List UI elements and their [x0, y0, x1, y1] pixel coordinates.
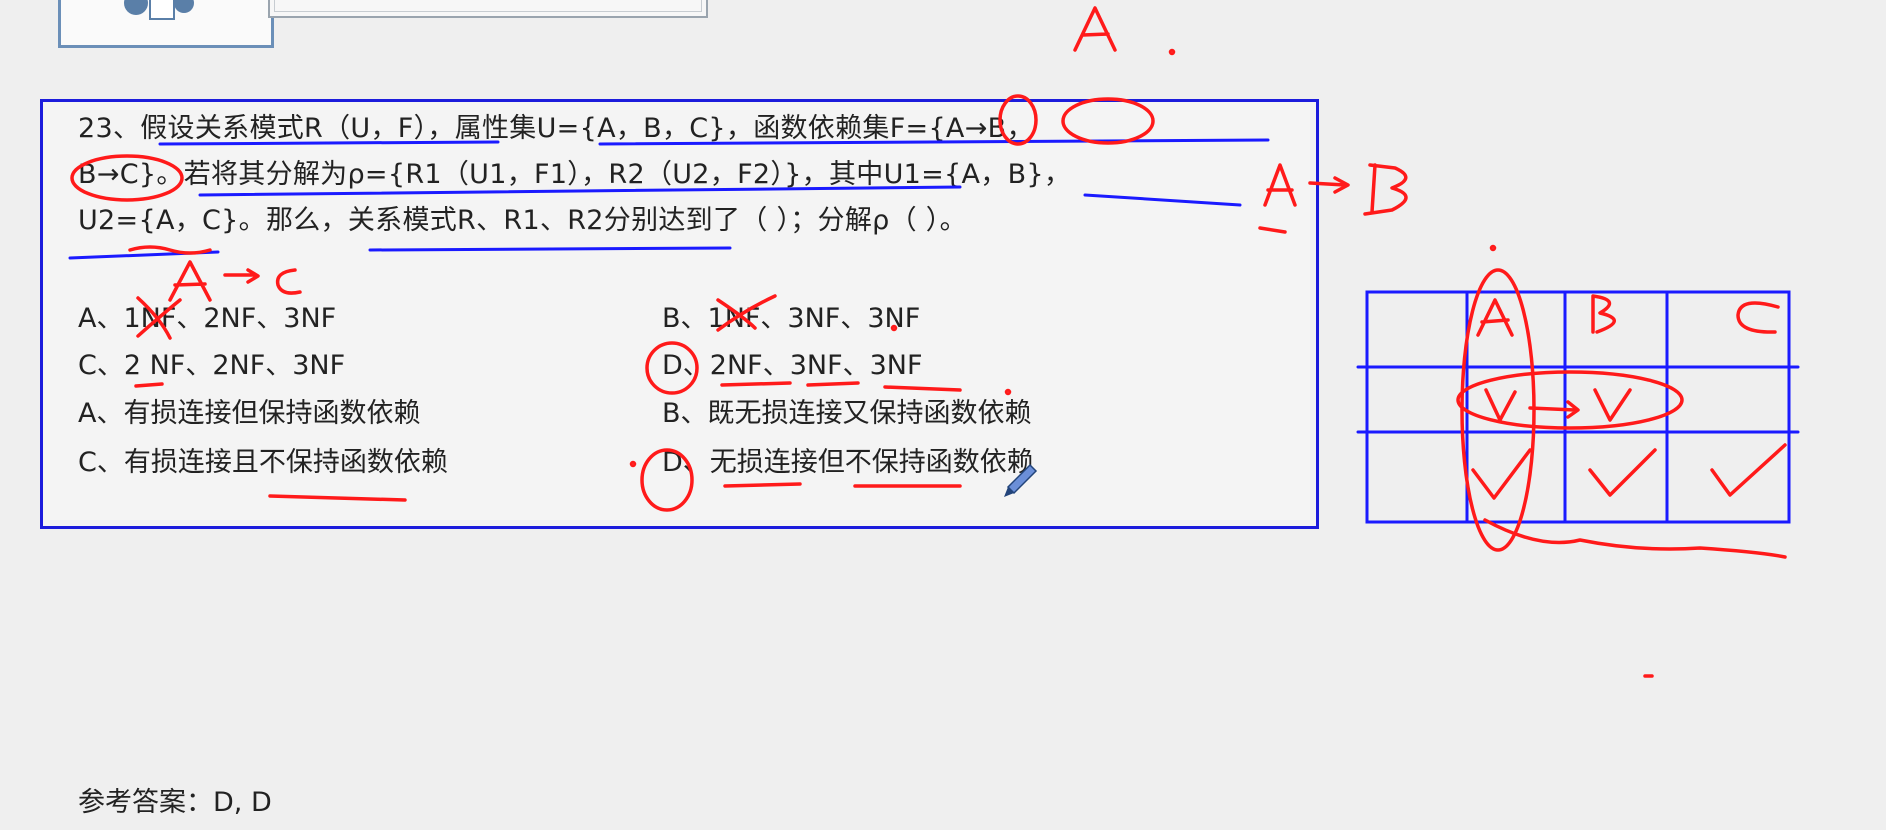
question-text: 23、假设关系模式R（U，F），属性集U={A，B，C}，函数依赖集F={A→B…: [78, 106, 1308, 244]
question-line-1: 23、假设关系模式R（U，F），属性集U={A，B，C}，函数依赖集F={A→B…: [78, 113, 1034, 144]
question-line-3: U2={A，C}。那么，关系模式R、R1、R2分别达到了（ ）；分解ρ（ ）。: [78, 205, 967, 236]
option-decomp-a[interactable]: A、有损连接但保持函数依赖: [78, 397, 420, 431]
option-nf-a[interactable]: A、1NF、2NF、3NF: [78, 302, 336, 336]
illustration-icon: [124, 0, 194, 20]
option-nf-b[interactable]: B、1NF、3NF、3NF: [662, 302, 920, 336]
option-nf-c[interactable]: C、2 NF、2NF、3NF: [78, 349, 345, 383]
top-thumbnail-image: [58, 0, 274, 48]
reference-answer: 参考答案：D, D: [78, 787, 272, 818]
option-decomp-c[interactable]: C、有损连接且不保持函数依赖: [78, 446, 448, 480]
top-panel: [268, 0, 708, 18]
option-nf-d[interactable]: D、2NF、3NF、3NF: [662, 349, 923, 383]
question-line-2: B→C}。若将其分解为ρ={R1（U1，F1），R2（U2，F2）}，其中U1=…: [78, 159, 1072, 190]
option-decomp-b[interactable]: B、既无损连接又保持函数依赖: [662, 397, 1032, 431]
option-decomp-d[interactable]: D、无损连接但不保持函数依赖: [662, 446, 1034, 480]
